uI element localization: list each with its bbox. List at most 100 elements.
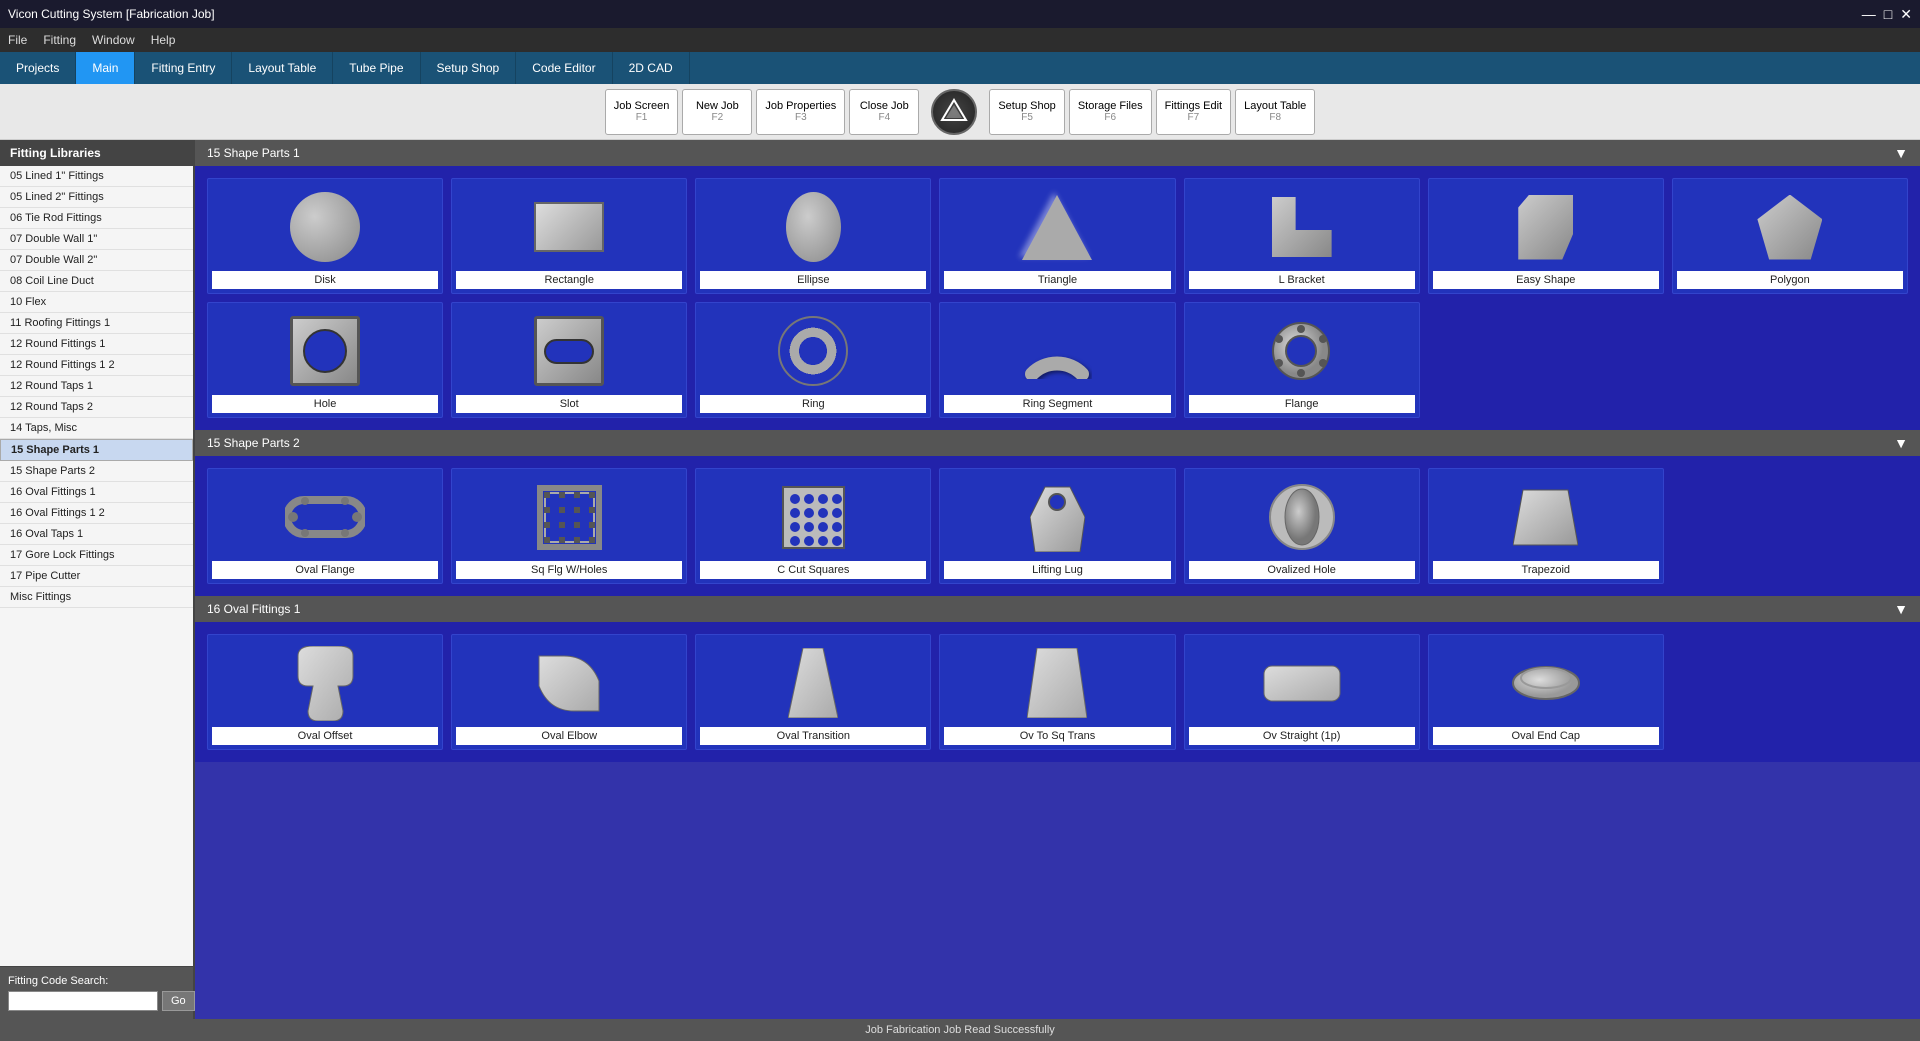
sidebar-item-12[interactable]: 14 Taps, Misc [0,418,193,439]
items-grid-section3: Oval Offset Oval Elbow Oval Transition [195,622,1920,762]
fitting-item-ring[interactable]: Ring [695,302,931,418]
toolbar-close-job[interactable]: Close Job F4 [849,89,919,135]
sidebar-item-14[interactable]: 15 Shape Parts 2 [0,461,193,482]
content-area[interactable]: 15 Shape Parts 1 ▼ Disk Rectangle Ellipse… [195,140,1920,1019]
fitting-label: Oval End Cap [1433,727,1659,745]
maximize-btn[interactable]: □ [1884,6,1892,23]
sidebar-item-11[interactable]: 12 Round Taps 2 [0,397,193,418]
sidebar-item-20[interactable]: Misc Fittings [0,587,193,608]
items-grid-section2: Oval Flange Sq Flg W/Holes C Cut Squares [195,456,1920,596]
search-input[interactable] [8,991,158,1011]
sidebar-item-8[interactable]: 12 Round Fittings 1 [0,334,193,355]
close-btn[interactable]: ✕ [1900,6,1912,23]
fitting-label: Hole [212,395,438,413]
sidebar-list[interactable]: 05 Lined 1" Fittings05 Lined 2" Fittings… [0,166,193,966]
fitting-item-flange[interactable]: Flange [1184,302,1420,418]
fitting-item-ellipse[interactable]: Ellipse [695,178,931,294]
fitting-label: Triangle [944,271,1170,289]
section-arrow[interactable]: ▼ [1894,435,1908,451]
fitting-label: C Cut Squares [700,561,926,579]
fitting-item-oval-flange[interactable]: Oval Flange [207,468,443,584]
sidebar-item-6[interactable]: 10 Flex [0,292,193,313]
section-title: 15 Shape Parts 1 [207,146,300,160]
minimize-btn[interactable]: — [1862,6,1876,23]
sidebar-item-19[interactable]: 17 Pipe Cutter [0,566,193,587]
shape-hole-icon [290,316,360,386]
fitting-item-ov-to-sq-trans[interactable]: Ov To Sq Trans [939,634,1175,750]
fitting-item-triangle[interactable]: Triangle [939,178,1175,294]
fitting-label: Flange [1189,395,1415,413]
section-arrow[interactable]: ▼ [1894,601,1908,617]
toolbar-layout-table[interactable]: Layout Table F8 [1235,89,1315,135]
sidebar-item-1[interactable]: 05 Lined 2" Fittings [0,187,193,208]
sidebar-item-3[interactable]: 07 Double Wall 1" [0,229,193,250]
menu-fitting[interactable]: Fitting [43,33,76,47]
section-section3: 16 Oval Fittings 1▼ Oval Offset Oval Elb… [195,596,1920,762]
fitting-icon-area [456,311,682,391]
fitting-item-oval-elbow[interactable]: Oval Elbow [451,634,687,750]
fitting-item-ovalized-hole[interactable]: Ovalized Hole [1184,468,1420,584]
shape-slot-icon [534,316,604,386]
window-controls[interactable]: — □ ✕ [1862,6,1912,23]
fitting-item-oval-offset[interactable]: Oval Offset [207,634,443,750]
fitting-label: Oval Elbow [456,727,682,745]
fitting-item-lifting-lug[interactable]: Lifting Lug [939,468,1175,584]
shape-lbracket-icon [1272,197,1332,257]
menu-file[interactable]: File [8,33,27,47]
fitting-item-ov-straight-(1p)[interactable]: Ov Straight (1p) [1184,634,1420,750]
section-arrow[interactable]: ▼ [1894,145,1908,161]
toolbar-job-properties[interactable]: Job Properties F3 [756,89,845,135]
fitting-item-trapezoid[interactable]: Trapezoid [1428,468,1664,584]
fitting-item-ring-segment[interactable]: Ring Segment [939,302,1175,418]
tab-tube-pipe[interactable]: Tube Pipe [333,52,420,84]
shape-flange-icon [1269,319,1334,384]
tab-fitting-entry[interactable]: Fitting Entry [135,52,232,84]
section-header-section2[interactable]: 15 Shape Parts 2▼ [195,430,1920,456]
toolbar-fittings-edit[interactable]: Fittings Edit F7 [1156,89,1231,135]
fitting-label: Sq Flg W/Holes [456,561,682,579]
fitting-item-sq-flg-w/holes[interactable]: Sq Flg W/Holes [451,468,687,584]
sidebar-item-4[interactable]: 07 Double Wall 2" [0,250,193,271]
fitting-item-oval-transition[interactable]: Oval Transition [695,634,931,750]
fitting-item-hole[interactable]: Hole [207,302,443,418]
tab-setup-shop[interactable]: Setup Shop [421,52,517,84]
sidebar-item-18[interactable]: 17 Gore Lock Fittings [0,545,193,566]
section-section1: 15 Shape Parts 1 ▼ Disk Rectangle Ellipse… [195,140,1920,430]
menu-window[interactable]: Window [92,33,135,47]
sidebar-item-9[interactable]: 12 Round Fittings 1 2 [0,355,193,376]
search-go-button[interactable]: Go [162,991,195,1011]
toolbar-job-screen[interactable]: Job Screen F1 [605,89,679,135]
toolbar-new-job[interactable]: New Job F2 [682,89,752,135]
sidebar-item-10[interactable]: 12 Round Taps 1 [0,376,193,397]
sidebar-item-2[interactable]: 06 Tie Rod Fittings [0,208,193,229]
sidebar-item-15[interactable]: 16 Oval Fittings 1 [0,482,193,503]
shape-trapezoid-icon [1513,485,1578,550]
fitting-item-slot[interactable]: Slot [451,302,687,418]
menu-help[interactable]: Help [151,33,176,47]
fitting-item-easy-shape[interactable]: Easy Shape [1428,178,1664,294]
sidebar-item-0[interactable]: 05 Lined 1" Fittings [0,166,193,187]
tab-2d-cad[interactable]: 2D CAD [613,52,690,84]
tab-projects[interactable]: Projects [0,52,76,84]
fitting-item-polygon[interactable]: Polygon [1672,178,1908,294]
sidebar-item-5[interactable]: 08 Coil Line Duct [0,271,193,292]
section-header-section3[interactable]: 16 Oval Fittings 1▼ [195,596,1920,622]
fitting-icon-area [944,477,1170,557]
sidebar-item-16[interactable]: 16 Oval Fittings 1 2 [0,503,193,524]
fitting-item-disk[interactable]: Disk [207,178,443,294]
tab-layout-table[interactable]: Layout Table [232,52,333,84]
fitting-item-oval-end-cap[interactable]: Oval End Cap [1428,634,1664,750]
fitting-item-rectangle[interactable]: Rectangle [451,178,687,294]
fitting-item-c-cut-squares[interactable]: C Cut Squares [695,468,931,584]
fitting-item-l-bracket[interactable]: L Bracket [1184,178,1420,294]
toolbar-setup-shop[interactable]: Setup Shop F5 [989,89,1065,135]
tab-code-editor[interactable]: Code Editor [516,52,612,84]
shape-ovtosq-icon [1027,648,1087,718]
sidebar-item-17[interactable]: 16 Oval Taps 1 [0,524,193,545]
sidebar-item-13[interactable]: 15 Shape Parts 1 [0,439,193,461]
section-header-section1[interactable]: 15 Shape Parts 1 ▼ [195,140,1920,166]
shape-ovalendcap-icon [1511,664,1581,702]
tab-main[interactable]: Main [76,52,135,84]
toolbar-storage-files[interactable]: Storage Files F6 [1069,89,1152,135]
sidebar-item-7[interactable]: 11 Roofing Fittings 1 [0,313,193,334]
